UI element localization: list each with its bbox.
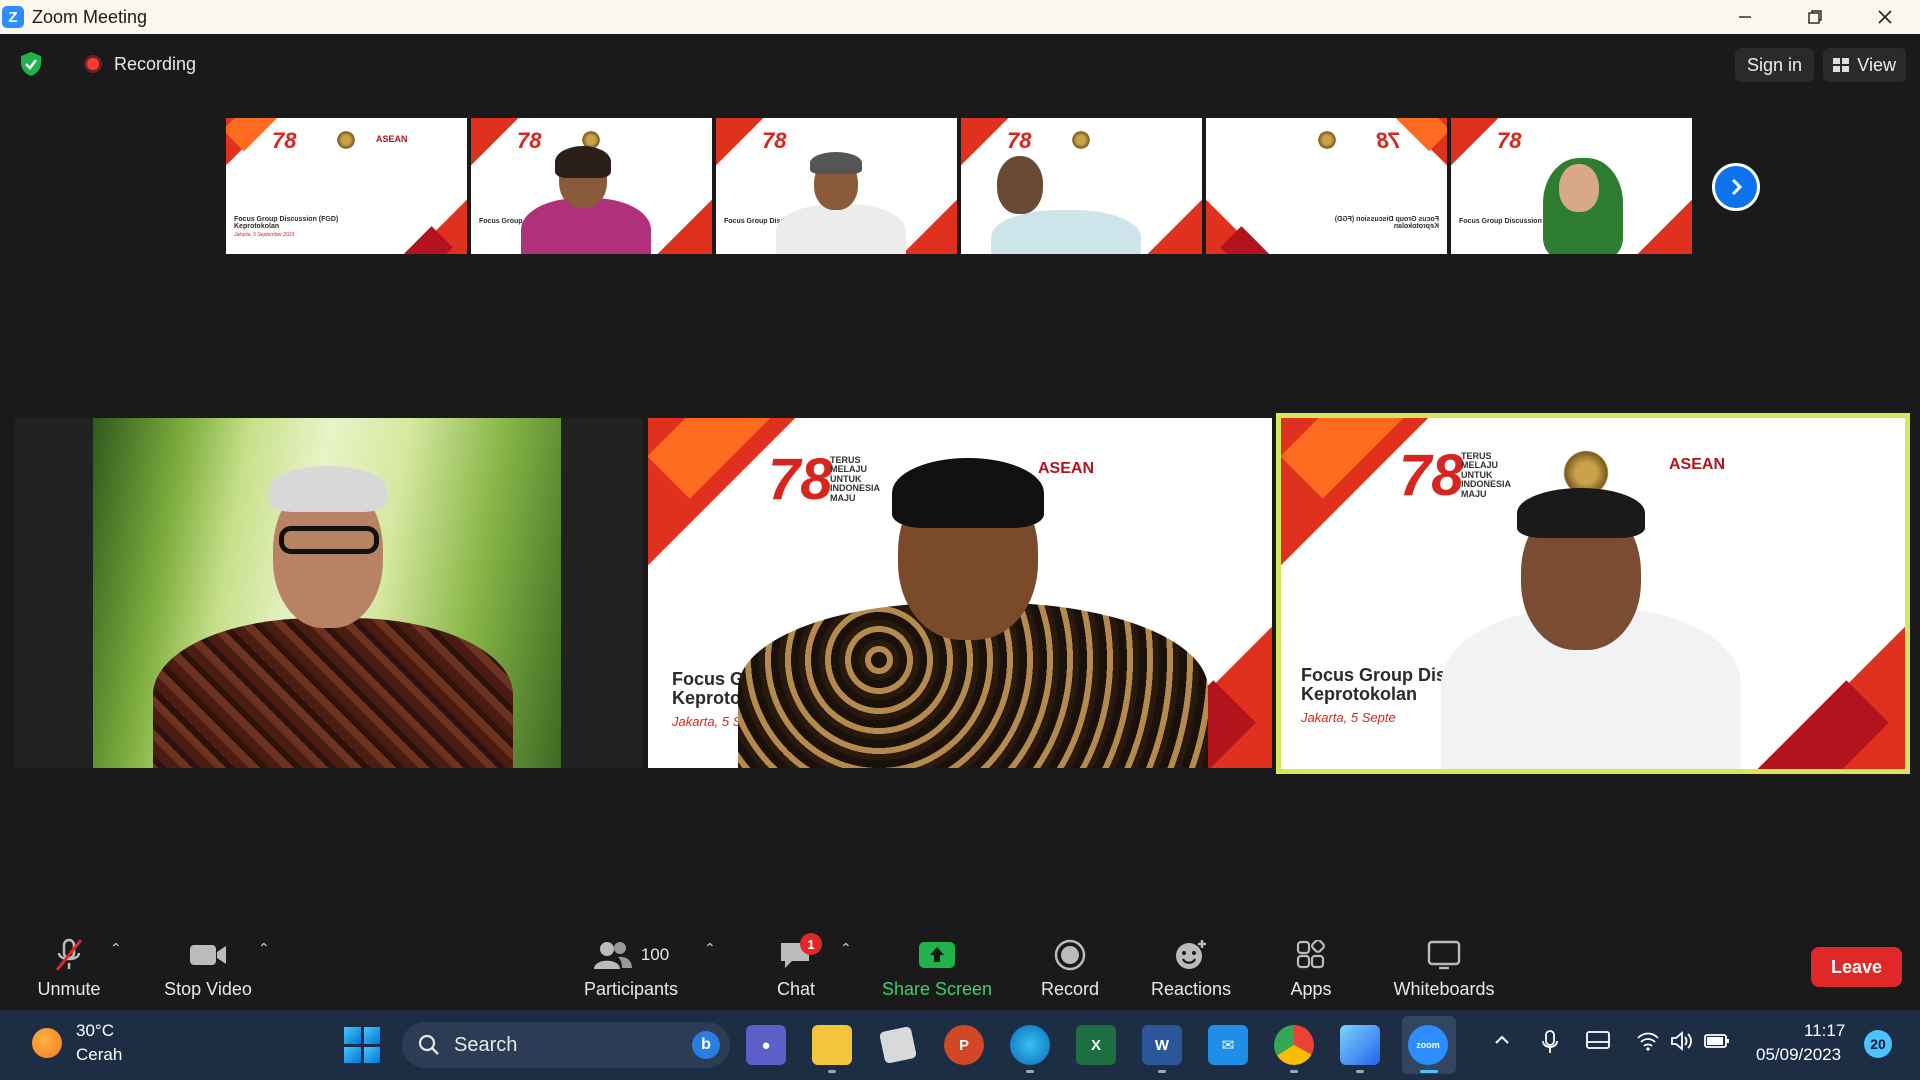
minimize-icon: [1739, 16, 1751, 18]
virtual-background: 78 ASEAN Focus Group Discussion (FGD) Ke…: [226, 118, 467, 254]
unmute-button[interactable]: Unmute: [26, 926, 112, 1008]
zoom-logo-icon: Z: [2, 6, 24, 28]
grid-view-icon: [1833, 58, 1850, 72]
video-camera-icon: [190, 945, 226, 965]
excel-icon[interactable]: X: [1076, 1025, 1116, 1065]
chat-options-caret-icon[interactable]: ⌃: [840, 940, 852, 957]
chat-unread-badge: 1: [800, 933, 822, 955]
edge-icon[interactable]: [1010, 1025, 1050, 1065]
meeting-top-bar: Recording Sign in View: [0, 34, 1920, 94]
participant-thumbnail[interactable]: 78 Focus Group Discussion (FGD): [471, 118, 712, 254]
show-hidden-icons-chevron-icon[interactable]: [1492, 1030, 1512, 1050]
muted-microphone-icon: [55, 938, 83, 971]
participant-video-tile[interactable]: [15, 418, 643, 768]
window-title: Zoom Meeting: [32, 6, 148, 27]
whiteboard-icon: [1427, 940, 1461, 970]
apps-button[interactable]: Apps: [1282, 926, 1340, 1008]
participant-thumbnail[interactable]: 78 Focus Group Discussion (FGD) Keprotok…: [1206, 118, 1447, 254]
wifi-icon[interactable]: [1636, 1030, 1660, 1052]
restore-icon: [1808, 10, 1822, 24]
photos-icon[interactable]: [1340, 1025, 1380, 1065]
participants-icon: [593, 942, 632, 969]
reactions-smiley-icon: [1176, 940, 1206, 969]
recording-indicator-icon: [84, 55, 102, 73]
close-icon: [1878, 10, 1892, 24]
chrome-icon[interactable]: [1274, 1025, 1314, 1065]
window-controls: [1710, 0, 1920, 34]
volume-icon[interactable]: [1670, 1030, 1694, 1052]
teams-icon[interactable]: ●: [746, 1025, 786, 1065]
chat-button[interactable]: 1 Chat: [760, 926, 832, 1008]
reactions-button[interactable]: Reactions: [1146, 926, 1236, 1008]
record-icon: [1054, 939, 1086, 971]
minimize-button[interactable]: [1710, 0, 1780, 34]
notification-count-badge[interactable]: 20: [1864, 1030, 1892, 1058]
stop-video-button[interactable]: Stop Video: [156, 926, 260, 1008]
mail-icon[interactable]: ✉: [1208, 1025, 1248, 1065]
active-speaker-video-tile[interactable]: 78 TERUS MELAJU UNTUK INDONESIA MAJU ASEAN F…: [1276, 413, 1910, 774]
view-label: View: [1857, 54, 1896, 75]
record-button[interactable]: Record: [1030, 926, 1110, 1008]
video-options-caret-icon[interactable]: ⌃: [258, 940, 270, 957]
participant-video-tile[interactable]: 78 TERUS MELAJU UNTUK INDONESIA MAJU ASEAN F…: [648, 418, 1272, 768]
share-screen-icon: [919, 942, 955, 968]
taskbar-search-box[interactable]: Search b: [402, 1022, 730, 1068]
weather-condition[interactable]: Cerah: [76, 1045, 122, 1065]
microphone-icon[interactable]: [1540, 1030, 1560, 1054]
word-icon[interactable]: W: [1142, 1025, 1182, 1065]
meeting-controls-toolbar: Unmute ⌃ Stop Video ⌃ 100 Participants ⌃…: [0, 926, 1920, 1008]
participant-video: [93, 418, 561, 768]
weather-sun-icon[interactable]: [32, 1028, 62, 1058]
chevron-right-icon: [1731, 178, 1743, 196]
bing-icon[interactable]: b: [692, 1031, 720, 1059]
clock-date[interactable]: 05/09/2023: [1756, 1045, 1841, 1065]
whiteboards-button[interactable]: Whiteboards: [1384, 926, 1504, 1008]
leave-button[interactable]: Leave: [1811, 947, 1902, 987]
participant-thumbnail[interactable]: 78: [961, 118, 1202, 254]
file-explorer-icon[interactable]: [812, 1025, 852, 1065]
next-page-button[interactable]: [1712, 163, 1760, 211]
search-icon: [418, 1034, 439, 1055]
battery-icon[interactable]: [1704, 1030, 1730, 1052]
tablet-mode-icon[interactable]: [1586, 1030, 1610, 1052]
security-shield-icon[interactable]: [18, 51, 44, 77]
audio-options-caret-icon[interactable]: ⌃: [110, 940, 122, 957]
participants-button[interactable]: 100 Participants: [576, 926, 686, 1008]
participants-options-caret-icon[interactable]: ⌃: [704, 940, 716, 957]
view-button[interactable]: View: [1823, 48, 1906, 82]
title-bar: Z Zoom Meeting: [0, 0, 1920, 34]
zoom-meeting-window: Z Zoom Meeting Recording Sign in View 78…: [0, 0, 1920, 1080]
recording-label: Recording: [114, 53, 197, 74]
zoom-icon[interactable]: zoom: [1408, 1025, 1448, 1065]
share-screen-button[interactable]: Share Screen: [876, 926, 998, 1008]
windows-start-icon[interactable]: [344, 1027, 380, 1063]
close-button[interactable]: [1850, 0, 1920, 34]
weather-temperature[interactable]: 30°C: [76, 1021, 114, 1041]
clock-time[interactable]: 11:17: [1804, 1021, 1845, 1041]
powerpoint-icon[interactable]: P: [944, 1025, 984, 1065]
sign-in-button[interactable]: Sign in: [1734, 48, 1814, 82]
participant-thumbnail-strip: 78 ASEAN Focus Group Discussion (FGD) Ke…: [226, 118, 1692, 254]
apps-icon: [1296, 940, 1325, 969]
participant-thumbnail[interactable]: 78 ASEAN Focus Group Discussion (FGD) Ke…: [226, 118, 467, 254]
participants-count: 100: [640, 945, 670, 964]
participant-thumbnail[interactable]: 78 Focus Group Discussion (FGD): [716, 118, 957, 254]
restore-button[interactable]: [1780, 0, 1850, 34]
notepad-icon[interactable]: [879, 1026, 917, 1064]
search-placeholder: Search: [454, 1033, 518, 1056]
participant-thumbnail[interactable]: 78 Focus Group Discussion (FGD): [1451, 118, 1692, 254]
virtual-background: 78 Focus Group Discussion (FGD) Keprotok…: [1206, 118, 1447, 254]
